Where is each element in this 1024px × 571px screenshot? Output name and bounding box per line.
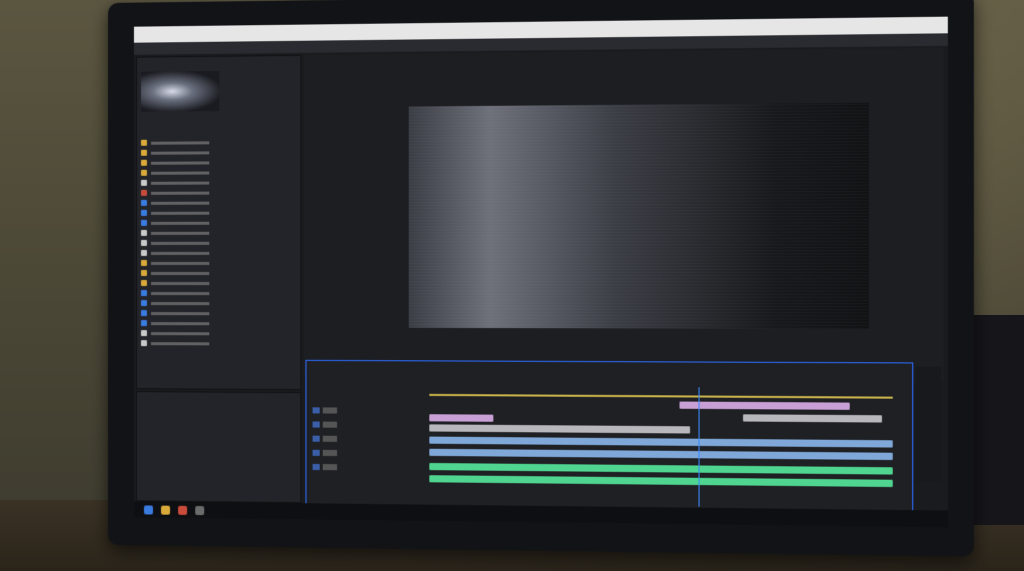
video-clip-grey[interactable]	[743, 414, 882, 423]
file-icon	[140, 229, 147, 236]
file-icon	[140, 290, 147, 297]
file-icon	[140, 219, 147, 226]
file-icon	[140, 340, 147, 347]
file-list-item[interactable]	[140, 258, 298, 268]
track-label-box	[322, 449, 338, 457]
track-toggle-icon[interactable]	[312, 449, 320, 456]
track-header[interactable]	[312, 462, 426, 473]
file-list-item[interactable]	[140, 177, 298, 188]
file-list-item[interactable]	[140, 278, 298, 288]
audio-clip-green[interactable]	[429, 475, 893, 488]
track-header[interactable]	[312, 448, 426, 459]
file-name-placeholder	[150, 221, 210, 225]
file-icon	[140, 259, 147, 266]
track-toggle-icon[interactable]	[312, 435, 320, 442]
timeline-ruler[interactable]	[429, 393, 893, 399]
track-toggle-icon[interactable]	[312, 421, 320, 428]
timeline-panel	[305, 359, 914, 519]
file-icon	[140, 179, 147, 186]
track-label-box	[322, 464, 338, 471]
track-header[interactable]	[312, 419, 426, 430]
file-name-placeholder	[150, 291, 210, 295]
file-icon	[140, 139, 147, 146]
track-header[interactable]	[312, 434, 426, 445]
file-icon	[140, 249, 147, 256]
project-panel	[135, 54, 302, 391]
file-list-item[interactable]	[140, 238, 298, 248]
track-label-box	[322, 435, 338, 442]
monitor-brand-text	[108, 537, 974, 548]
file-name-placeholder	[150, 311, 210, 315]
file-icon	[140, 239, 147, 246]
file-icon	[140, 199, 147, 206]
file-name-placeholder	[150, 341, 210, 345]
video-clip-pink[interactable]	[429, 414, 494, 422]
file-list-item[interactable]	[140, 187, 298, 198]
file-name-placeholder	[150, 211, 210, 215]
file-list-item[interactable]	[140, 248, 298, 258]
monitor	[108, 0, 974, 557]
playhead[interactable]	[698, 387, 700, 507]
video-clip-pink[interactable]	[679, 401, 850, 410]
track-label-box	[322, 421, 338, 428]
video-preview	[408, 102, 870, 330]
file-list-item[interactable]	[140, 308, 298, 318]
audio-clip-blue[interactable]	[429, 436, 893, 448]
file-name-placeholder	[150, 241, 210, 245]
file-name-placeholder	[150, 271, 210, 275]
file-name-placeholder	[150, 201, 210, 205]
file-name-placeholder	[150, 170, 210, 175]
file-icon	[140, 320, 147, 327]
file-icon	[140, 300, 147, 307]
start-icon[interactable]	[143, 504, 153, 515]
file-icon	[140, 189, 147, 196]
effects-panel	[135, 391, 302, 504]
file-icon	[140, 149, 147, 156]
file-icon	[140, 330, 147, 337]
file-list-item[interactable]	[140, 197, 298, 208]
audio-clip-blue[interactable]	[429, 448, 893, 461]
file-icon	[140, 310, 147, 317]
file-name-placeholder	[150, 231, 210, 235]
file-list-item[interactable]	[140, 288, 298, 298]
file-list-item[interactable]	[140, 268, 298, 278]
app-icon[interactable]	[178, 505, 188, 515]
file-icon	[140, 159, 147, 166]
file-icon	[140, 209, 147, 216]
file-icon	[140, 269, 147, 277]
folder-icon[interactable]	[161, 505, 171, 515]
app-icon[interactable]	[195, 505, 205, 515]
track-label-box	[322, 407, 338, 414]
file-list-item[interactable]	[140, 228, 298, 238]
file-list-item[interactable]	[140, 318, 298, 328]
file-list-item[interactable]	[140, 328, 298, 339]
track-toggle-icon[interactable]	[312, 407, 320, 414]
file-name-placeholder	[150, 301, 210, 305]
file-name-placeholder	[150, 281, 210, 285]
track-toggle-icon[interactable]	[312, 463, 320, 471]
file-name-placeholder	[150, 261, 210, 265]
audio-clip-green[interactable]	[429, 462, 893, 475]
file-list-item[interactable]	[140, 217, 298, 227]
file-name-placeholder	[150, 321, 210, 325]
file-icon	[140, 169, 147, 176]
audio-meter	[915, 366, 942, 482]
file-list	[140, 137, 298, 349]
file-name-placeholder	[150, 140, 210, 145]
file-list-item[interactable]	[140, 207, 298, 218]
file-name-placeholder	[150, 331, 210, 335]
monitor-screen	[133, 16, 948, 528]
file-name-placeholder	[150, 150, 210, 155]
file-icon	[140, 280, 147, 287]
file-name-placeholder	[150, 160, 210, 165]
file-name-placeholder	[150, 251, 210, 255]
clip-preview-thumbnail	[140, 70, 220, 112]
file-name-placeholder	[150, 181, 210, 185]
file-name-placeholder	[150, 191, 210, 195]
file-list-item[interactable]	[140, 298, 298, 308]
video-clip-grey[interactable]	[429, 424, 691, 434]
track-header[interactable]	[312, 405, 426, 416]
file-list-item[interactable]	[140, 338, 298, 349]
program-monitor	[303, 47, 944, 382]
